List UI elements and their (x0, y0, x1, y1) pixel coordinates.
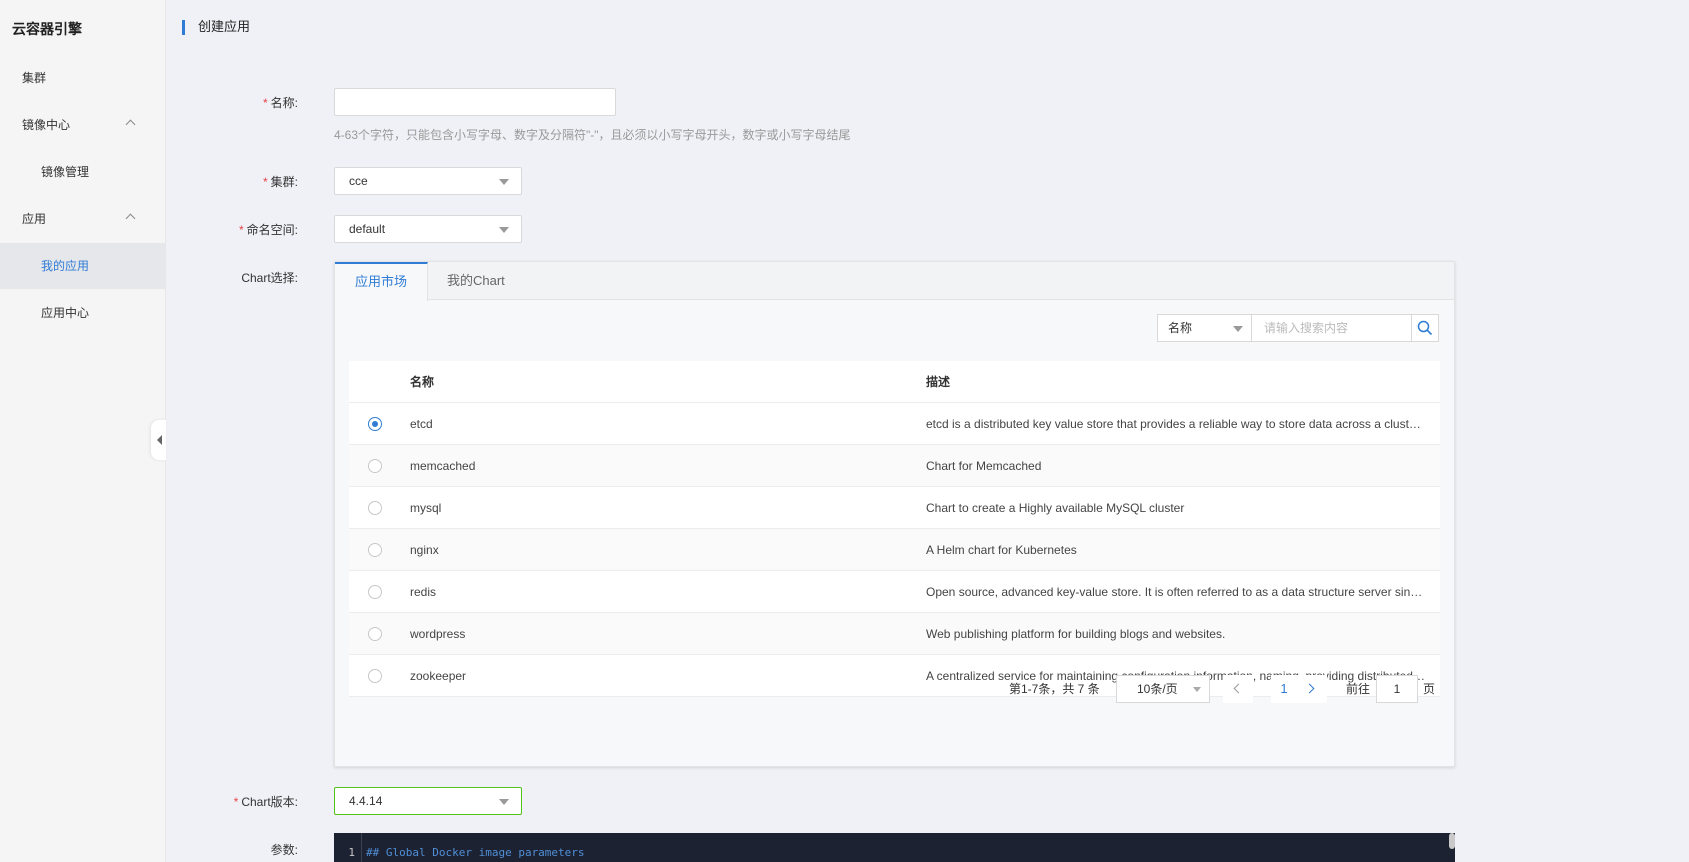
goto-label: 前往 (1346, 682, 1371, 696)
goto-page-input[interactable]: 1 (1376, 675, 1418, 703)
row-radio[interactable] (368, 669, 382, 683)
search-type-value: 名称 (1168, 321, 1193, 335)
row-name: nginx (410, 543, 439, 557)
caret-down-icon (1193, 687, 1201, 692)
prev-page-button[interactable] (1223, 675, 1253, 703)
namespace-select[interactable]: default (334, 215, 522, 243)
sidebar-item-label: 镜像中心 (22, 118, 71, 132)
brand-title: 云容器引擎 (12, 21, 82, 37)
row-radio[interactable] (368, 627, 382, 641)
sidebar-item-apps[interactable]: 应用 (0, 196, 166, 242)
page-size-value: 10条/页 (1137, 682, 1178, 696)
sidebar-item-label: 应用 (22, 212, 47, 226)
chevron-up-icon (126, 196, 136, 242)
required-mark: * (262, 96, 268, 110)
chart-select-label: Chart选择: (241, 271, 298, 285)
row-name: redis (410, 585, 437, 599)
row-name: wordpress (410, 627, 466, 641)
caret-down-icon (499, 179, 509, 185)
cluster-label: * 集群: (262, 175, 298, 189)
table-row[interactable]: memcached Chart for Memcached (349, 445, 1440, 487)
pagination-summary: 第1-7条，共 7 条 (1009, 682, 1100, 696)
row-name: etcd (410, 417, 433, 431)
row-desc: Web publishing platform for building blo… (926, 627, 1226, 641)
table-row[interactable]: mysql Chart to create a Highly available … (349, 487, 1440, 529)
name-hint: 4-63个字符，只能包含小写字母、数字及分隔符"-"，且必须以小写字母开头，数字… (334, 128, 851, 142)
row-desc: Chart to create a Highly available MySQL… (926, 501, 1185, 515)
row-radio[interactable] (368, 501, 382, 515)
row-desc: Chart for Memcached (926, 459, 1042, 473)
sidebar-item-label: 应用中心 (41, 306, 90, 320)
row-desc: A Helm chart for Kubernetes (926, 543, 1077, 557)
row-desc: etcd is a distributed key value store th… (926, 417, 1426, 431)
sidebar-item-image-management[interactable]: 镜像管理 (0, 149, 166, 195)
code-line: ## Global Docker image parameters (366, 846, 585, 859)
sidebar-item-label: 集群 (22, 71, 47, 85)
page-title: 创建应用 (182, 18, 250, 36)
sidebar-item-cluster[interactable]: 集群 (0, 55, 166, 101)
table-row[interactable]: wordpress Web publishing platform for bui… (349, 613, 1440, 655)
scrollbar[interactable] (1449, 833, 1455, 849)
caret-down-icon (1233, 326, 1243, 332)
chart-table: 名称 描述 etcd etcd is a distributed key valu… (349, 361, 1440, 697)
row-radio[interactable] (368, 543, 382, 557)
required-mark: * (233, 795, 239, 809)
sidebar-item-image-center[interactable]: 镜像中心 (0, 102, 166, 148)
caret-down-icon (499, 227, 509, 233)
goto-suffix: 页 (1423, 682, 1436, 696)
cluster-select[interactable]: cce (334, 167, 522, 195)
table-row[interactable]: redis Open source, advanced key-value sto… (349, 571, 1440, 613)
sidebar-item-label: 我的应用 (41, 259, 90, 273)
next-page-button[interactable] (1297, 675, 1327, 703)
namespace-label: * 命名空间: (238, 223, 298, 237)
required-mark: * (262, 175, 268, 189)
row-name: mysql (410, 501, 442, 515)
table-row[interactable]: nginx A Helm chart for Kubernetes (349, 529, 1440, 571)
row-radio[interactable] (368, 417, 382, 431)
row-name: memcached (410, 459, 476, 473)
column-header-desc: 描述 (926, 375, 951, 389)
page-size-select[interactable]: 10条/页 (1116, 675, 1210, 703)
tab-app-market[interactable]: 应用市场 (335, 262, 429, 301)
sidebar-collapse-toggle[interactable] (151, 420, 166, 460)
chevron-right-icon (1304, 683, 1315, 694)
chart-version-select[interactable]: 4.4.14 (334, 787, 522, 815)
row-radio[interactable] (368, 585, 382, 599)
caret-down-icon (499, 799, 509, 805)
name-label: * 名称: (262, 96, 298, 110)
line-number: 1 (334, 833, 362, 862)
params-label: 参数: (270, 843, 298, 857)
chart-version-label: * Chart版本: (233, 795, 298, 809)
chevron-up-icon (126, 102, 136, 148)
required-mark: * (238, 223, 244, 237)
search-button[interactable] (1411, 314, 1439, 342)
row-radio[interactable] (368, 459, 382, 473)
params-code-editor[interactable]: 1 ## Global Docker image parameters (334, 833, 1455, 862)
tab-my-chart[interactable]: 我的Chart (427, 262, 525, 300)
chart-version-value: 4.4.14 (349, 794, 383, 808)
sidebar-item-my-apps[interactable]: 我的应用 (0, 243, 166, 289)
column-header-name: 名称 (410, 375, 435, 389)
chart-panel: 应用市场 我的Chart 名称 请输入搜索内容 名称 描述 etcd etcd i… (334, 261, 1455, 767)
table-row[interactable]: etcd etcd is a distributed key value stor… (349, 403, 1440, 445)
sidebar: 云容器引擎 集群 镜像中心 镜像管理 应用 我的应用 应用中心 (0, 0, 166, 862)
chevron-left-icon (1233, 683, 1244, 694)
sidebar-item-app-center[interactable]: 应用中心 (0, 290, 166, 336)
page-number-current[interactable]: 1 (1271, 675, 1297, 703)
row-name: zookeeper (410, 669, 467, 683)
row-desc: Open source, advanced key-value store. I… (926, 585, 1426, 599)
chart-tabs: 应用市场 我的Chart (335, 262, 1454, 301)
name-input[interactable] (334, 88, 616, 116)
sidebar-item-label: 镜像管理 (41, 165, 90, 179)
search-input[interactable]: 请输入搜索内容 (1251, 314, 1412, 342)
search-icon (1417, 320, 1433, 336)
table-header: 名称 描述 (349, 361, 1440, 403)
namespace-select-value: default (349, 222, 386, 236)
search-type-select[interactable]: 名称 (1157, 314, 1252, 342)
cluster-select-value: cce (349, 174, 368, 188)
